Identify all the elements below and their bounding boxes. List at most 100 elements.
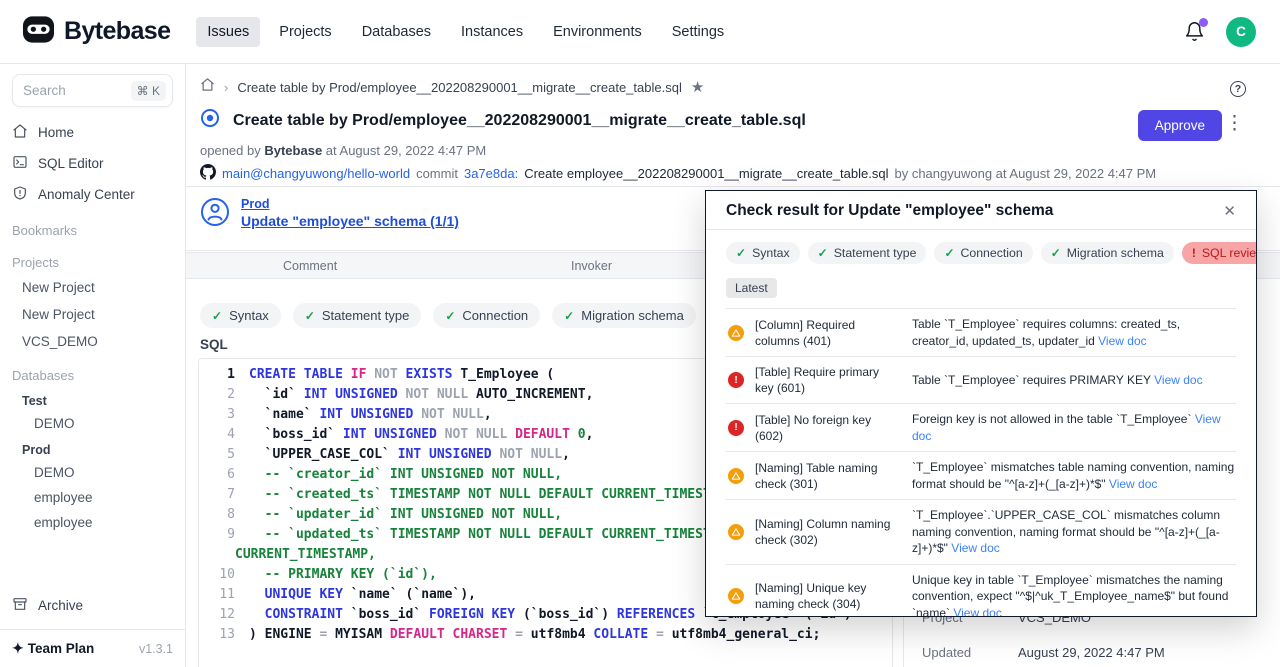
sql-line-text: `id` INT UNSIGNED NOT NULL AUTO_INCREMEN…: [249, 387, 593, 402]
brand-name: Bytebase: [64, 17, 170, 46]
view-doc-link[interactable]: View doc: [1098, 334, 1146, 348]
nav-item-databases[interactable]: Databases: [351, 17, 442, 47]
check-chip-label: Syntax: [229, 308, 269, 323]
search-box[interactable]: ⌘ K: [12, 74, 173, 107]
nav-item-projects[interactable]: Projects: [268, 17, 342, 47]
database-item-demo[interactable]: DEMO: [0, 411, 185, 436]
error-icon: !: [728, 420, 744, 436]
check-chip-statement-type[interactable]: ✓Statement type: [808, 242, 927, 264]
vcs-branch-link[interactable]: main@changyuwong/hello-world: [222, 166, 410, 181]
line-number: 5: [205, 445, 235, 465]
stage-task-link[interactable]: Update "employee" schema (1/1): [241, 213, 459, 229]
nav-item-settings[interactable]: Settings: [661, 17, 735, 47]
check-chip-migration-schema[interactable]: ✓Migration schema: [1041, 242, 1174, 264]
avatar[interactable]: C: [1226, 17, 1256, 47]
sidebar-item-archive[interactable]: Archive: [0, 590, 185, 621]
warning-icon: [728, 588, 744, 604]
close-icon[interactable]: ✕: [1223, 202, 1236, 220]
search-input[interactable]: [23, 83, 115, 98]
project-item-new-project[interactable]: New Project: [0, 301, 185, 328]
plan-label-wrap[interactable]: ✦ Team Plan: [12, 640, 94, 657]
check-chip-connection[interactable]: ✓Connection: [433, 303, 540, 328]
nav-item-environments[interactable]: Environments: [542, 17, 653, 47]
view-doc-link[interactable]: View doc: [1154, 373, 1202, 387]
sql-line-text: CREATE TABLE IF NOT EXISTS T_Employee (: [249, 367, 554, 382]
github-icon: [200, 164, 216, 183]
brand-logo[interactable]: Bytebase: [22, 13, 170, 51]
column-header-invoker: Invoker: [571, 259, 612, 273]
sidebar-item-anomaly-center[interactable]: Anomaly Center: [0, 179, 185, 210]
plan-row: ✦ Team Plan v1.3.1: [0, 629, 185, 667]
commit-hash-link[interactable]: 3a7e8da:: [464, 166, 518, 181]
topbar-right: C: [1184, 17, 1256, 47]
sql-line-text: `boss_id` INT UNSIGNED NOT NULL DEFAULT …: [249, 427, 593, 442]
issue-title-row: Create table by Prod/employee__202208290…: [200, 108, 806, 133]
line-number: 6: [205, 465, 235, 485]
check-chip-syntax[interactable]: ✓Syntax: [726, 242, 800, 264]
line-number: 3: [205, 405, 235, 425]
rule-detail: Table `T_Employee` requires PRIMARY KEY …: [912, 372, 1236, 389]
project-item-new-project[interactable]: New Project: [0, 274, 185, 301]
anomaly-center-icon: [12, 185, 28, 204]
check-chip-syntax[interactable]: ✓ Syntax: [200, 303, 281, 328]
rule-detail-text: Table `T_Employee` requires PRIMARY KEY: [912, 373, 1154, 387]
issue-open-status-icon: [200, 108, 220, 133]
database-item-employee[interactable]: employee: [0, 485, 185, 510]
check-chip-label: Migration schema: [581, 308, 684, 323]
check-icon: ✓: [564, 309, 574, 323]
help-icon[interactable]: ?: [1230, 81, 1246, 97]
check-chip-statement-type[interactable]: ✓Statement type: [293, 303, 422, 328]
kebab-menu-icon[interactable]: ⋮: [1225, 114, 1244, 133]
approve-button[interactable]: Approve: [1138, 110, 1222, 141]
sql-section-label: SQL: [200, 337, 228, 352]
check-result-row: [Naming] Table naming check (301)`T_Empl…: [726, 452, 1236, 500]
notification-dot: [1199, 18, 1208, 27]
notification-bell-icon[interactable]: [1184, 20, 1206, 44]
sql-line: 13) ENGINE = MYISAM DEFAULT CHARSET = ut…: [199, 625, 892, 645]
plan-label: Team Plan: [28, 641, 95, 656]
rule-name: [Naming] Column naming check (302): [755, 516, 901, 548]
view-doc-link[interactable]: View doc: [1109, 477, 1157, 491]
search-shortcut: ⌘ K: [131, 81, 166, 101]
version-label: v1.3.1: [139, 642, 173, 656]
database-item-demo[interactable]: DEMO: [0, 460, 185, 485]
check-chip-label: Connection: [462, 308, 528, 323]
check-chip-sql-review[interactable]: !SQL review: [1182, 242, 1257, 264]
database-item-employee[interactable]: employee: [0, 510, 185, 535]
rule-detail: Foreign key is not allowed in the table …: [912, 411, 1236, 444]
breadcrumb-path[interactable]: Create table by Prod/employee__202208290…: [237, 80, 681, 95]
check-chip-migration-schema[interactable]: ✓ Migration schema: [552, 303, 696, 328]
check-result-row: ![Table] No foreign key (602)Foreign key…: [726, 404, 1236, 452]
view-doc-link[interactable]: View doc: [951, 541, 999, 555]
project-item-vcs-demo[interactable]: VCS_DEMO: [0, 328, 185, 355]
top-navbar: Bytebase Issues Projects Databases Instance…: [0, 0, 1280, 64]
rule-detail: `T_Employee`.`UPPER_CASE_COL` mismatches…: [912, 507, 1236, 557]
sql-line-text: CURRENT_TIMESTAMP,: [235, 547, 376, 562]
sidebar-item-sql-editor[interactable]: SQL Editor: [0, 148, 185, 179]
info-value: August 29, 2022 4:47 PM: [1018, 645, 1165, 660]
check-chip-connection[interactable]: ✓Connection: [934, 242, 1032, 264]
rule-detail: Unique key in table `T_Employee` mismatc…: [912, 572, 1236, 618]
database-env-test[interactable]: Test: [0, 387, 185, 411]
database-env-prod[interactable]: Prod: [0, 436, 185, 460]
home-icon[interactable]: [200, 77, 215, 97]
view-doc-link[interactable]: View doc: [953, 606, 1001, 618]
bookmark-star-icon[interactable]: ★: [691, 78, 704, 96]
latest-badge[interactable]: Latest: [726, 278, 777, 298]
line-number: 2: [205, 385, 235, 405]
check-icon: ✓: [212, 309, 222, 323]
sidebar-item-label: Home: [38, 125, 74, 140]
nav-item-issues[interactable]: Issues: [196, 17, 260, 47]
warning-icon: [728, 468, 744, 484]
check-chip-label: Migration schema: [1067, 246, 1164, 260]
sidebar-nav: Home SQL EditorAnomaly Center: [0, 117, 185, 210]
opened-prefix: opened by: [200, 143, 261, 158]
check-chip-label: Connection: [961, 246, 1023, 260]
issue-meta: opened by Bytebase at August 29, 2022 4:…: [200, 143, 486, 158]
sidebar-item-home[interactable]: Home: [0, 117, 185, 148]
line-number: 4: [205, 425, 235, 445]
sidebar-bottom: Archive ✦ Team Plan v1.3.1: [0, 590, 185, 667]
nav-item-instances[interactable]: Instances: [450, 17, 534, 47]
stage-environment-link[interactable]: Prod: [241, 197, 459, 211]
sql-line-text: -- PRIMARY KEY (`id`),: [249, 567, 437, 582]
